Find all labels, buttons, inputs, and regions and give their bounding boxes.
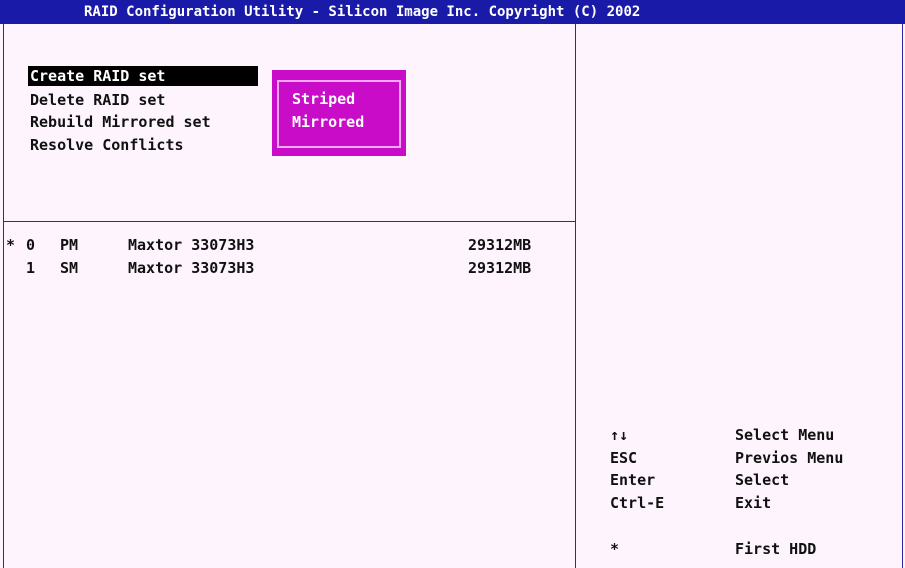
drive-model: Maxtor 33073H3 xyxy=(128,236,255,254)
help-row: ↑↓ Select Menu xyxy=(610,424,900,446)
help-key: ↑↓ xyxy=(610,426,629,444)
help-key: Enter xyxy=(610,471,656,489)
title-bar: RAID Configuration Utility - Silicon Ima… xyxy=(0,0,905,24)
help-desc: Previos Menu xyxy=(735,449,844,467)
first-hdd-marker: * xyxy=(6,236,16,254)
drive-model: Maxtor 33073H3 xyxy=(128,259,255,277)
help-key: Ctrl-E xyxy=(610,494,665,512)
drive-size: 29312MB xyxy=(468,259,532,277)
help-key: * xyxy=(610,540,620,558)
drive-type: PM xyxy=(60,236,79,254)
help-row: ESC Previos Menu xyxy=(610,447,900,469)
drive-row[interactable]: 1 SM Maxtor 33073H3 29312MB xyxy=(0,257,575,279)
drive-number: 1 xyxy=(26,259,36,277)
app-title: RAID Configuration Utility - Silicon Ima… xyxy=(84,4,641,20)
vertical-divider xyxy=(575,24,576,568)
menu-resolve-conflicts[interactable]: Resolve Conflicts xyxy=(28,135,186,155)
popup-border: Striped Mirrored xyxy=(277,80,401,148)
help-row: Enter Select xyxy=(610,469,900,491)
drive-row[interactable]: * 0 PM Maxtor 33073H3 29312MB xyxy=(0,234,575,256)
menu-create-raid-set[interactable]: Create RAID set xyxy=(28,66,258,86)
menu-rebuild-mirrored-set[interactable]: Rebuild Mirrored set xyxy=(28,112,213,132)
option-mirrored[interactable]: Mirrored xyxy=(292,112,364,132)
help-row: Ctrl-E Exit xyxy=(610,492,900,514)
help-desc: Exit xyxy=(735,494,772,512)
horizontal-divider xyxy=(3,221,575,222)
menu-delete-raid-set[interactable]: Delete RAID set xyxy=(28,90,167,110)
help-desc: First HDD xyxy=(735,540,817,558)
drive-size: 29312MB xyxy=(468,236,532,254)
help-desc: Select xyxy=(735,471,790,489)
option-striped[interactable]: Striped xyxy=(292,89,355,109)
help-row: * First HDD xyxy=(610,538,900,560)
drive-type: SM xyxy=(60,259,79,277)
raid-type-popup: Striped Mirrored xyxy=(272,70,406,156)
help-key: ESC xyxy=(610,449,638,467)
help-desc: Select Menu xyxy=(735,426,835,444)
drive-number: 0 xyxy=(26,236,36,254)
